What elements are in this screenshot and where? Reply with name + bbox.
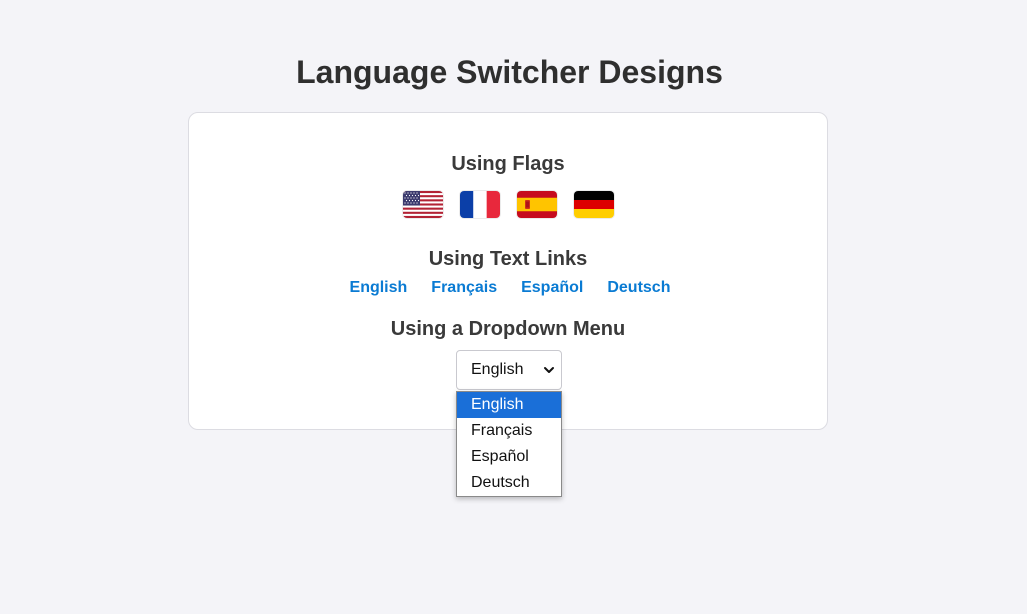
link-francais[interactable]: Français xyxy=(431,279,497,297)
germany-flag-icon[interactable] xyxy=(573,191,614,218)
flags-row xyxy=(189,191,827,218)
language-select[interactable]: English xyxy=(456,350,562,390)
text-links-section-heading: Using Text Links xyxy=(428,248,588,270)
switcher-card: Using Flags Using Text Links English Fra… xyxy=(188,112,828,430)
dropdown-section-heading: Using a Dropdown Menu xyxy=(390,318,626,340)
text-links-row: English Français Español Deutsch xyxy=(189,279,827,297)
dropdown-option-deutsch[interactable]: Deutsch xyxy=(457,470,561,496)
language-select-value: English xyxy=(471,361,524,378)
link-english[interactable]: English xyxy=(350,279,408,297)
flags-section-heading: Using Flags xyxy=(451,153,565,175)
language-dropdown-list: English Français Español Deutsch xyxy=(456,391,562,497)
france-flag-icon[interactable] xyxy=(459,191,500,218)
chevron-down-icon xyxy=(544,367,554,373)
dropdown-option-espanol[interactable]: Español xyxy=(457,444,561,470)
dropdown-option-english[interactable]: English xyxy=(457,392,561,418)
link-espanol[interactable]: Español xyxy=(521,279,583,297)
spain-flag-icon[interactable] xyxy=(516,191,557,218)
link-deutsch[interactable]: Deutsch xyxy=(607,279,670,297)
us-flag-icon[interactable] xyxy=(402,191,443,218)
page-title: Language Switcher Designs xyxy=(296,54,723,90)
dropdown-option-francais[interactable]: Français xyxy=(457,418,561,444)
